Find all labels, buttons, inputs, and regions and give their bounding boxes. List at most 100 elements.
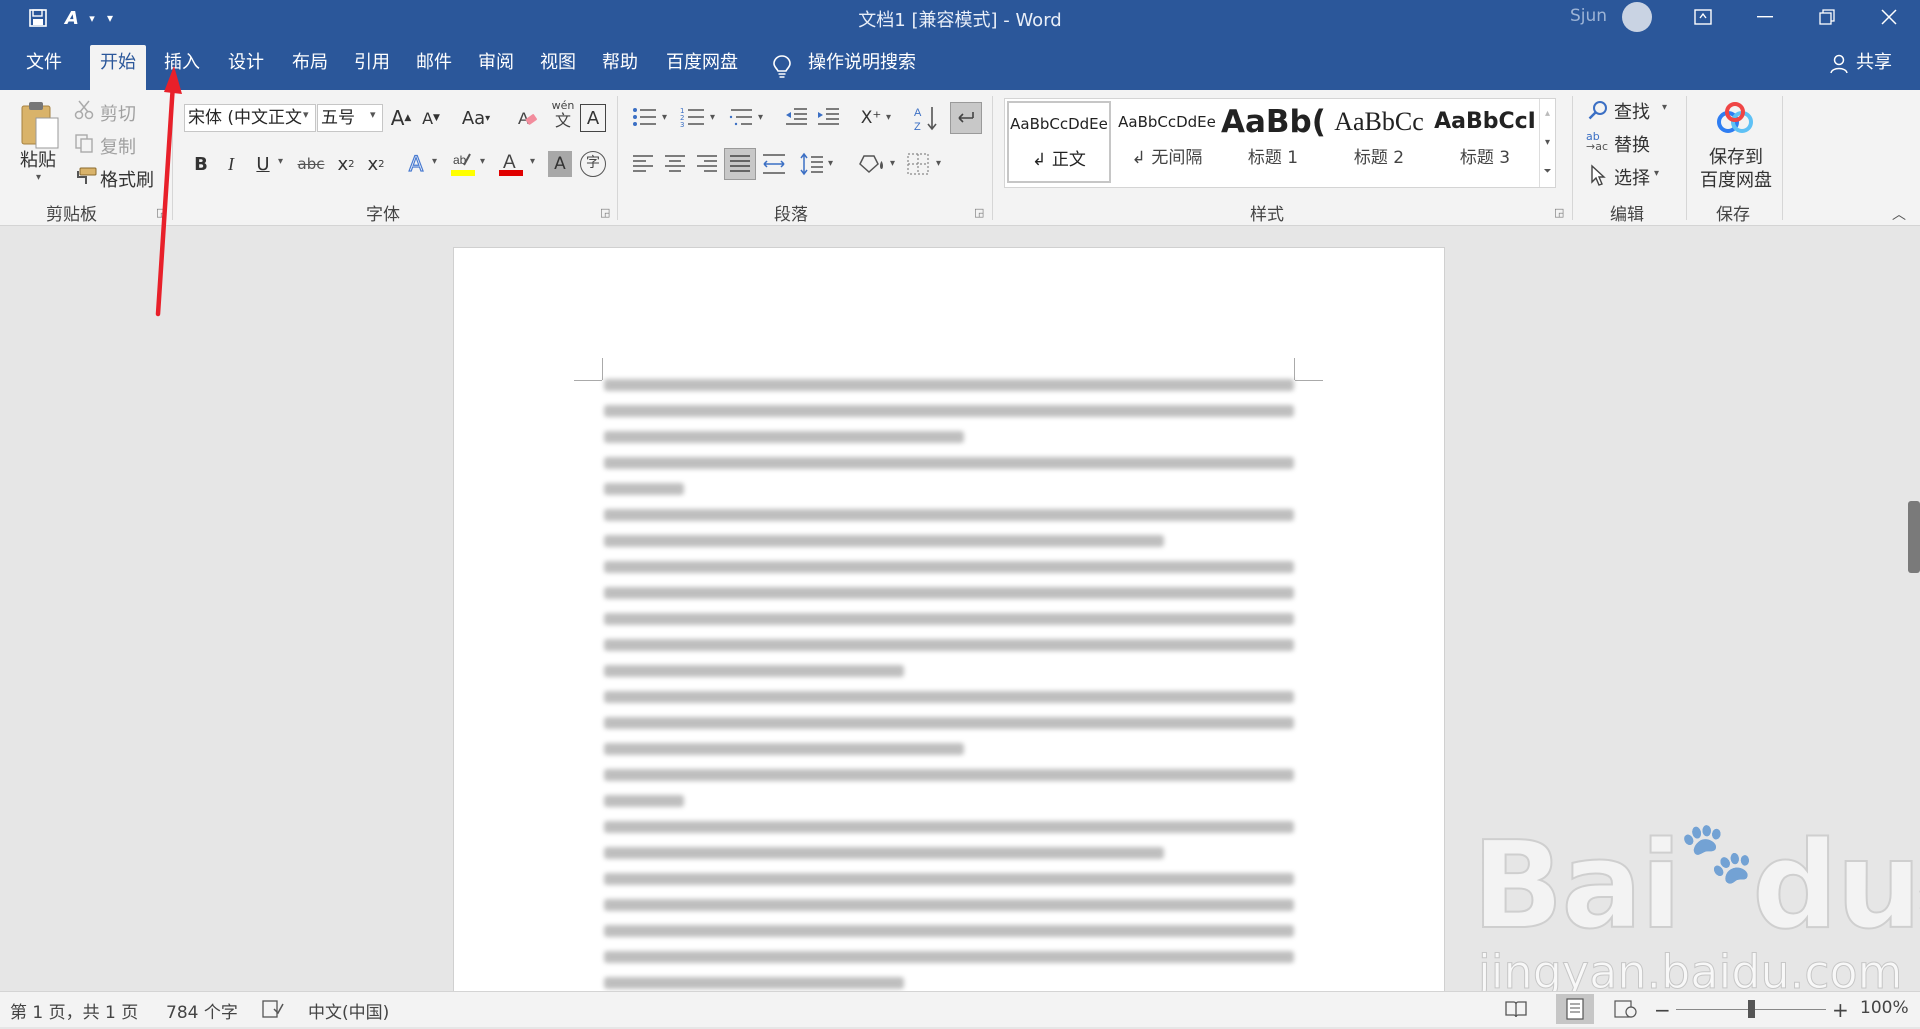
tab-file[interactable]: 文件 <box>16 45 72 81</box>
character-border-icon[interactable]: A <box>580 104 606 132</box>
save-to-netdisk-button[interactable]: 保存到 百度网盘 <box>1696 146 1776 192</box>
styles-launcher-icon[interactable]: ◲ <box>1554 206 1564 219</box>
tab-references[interactable]: 引用 <box>344 45 400 81</box>
tab-view[interactable]: 视图 <box>530 45 586 81</box>
style-heading-3[interactable]: AaBbCcI 标题 3 <box>1433 101 1537 183</box>
copy-button[interactable]: 复制 <box>100 133 136 159</box>
borders-dropdown-icon[interactable]: ▾ <box>936 158 941 169</box>
styles-scroll-up-icon[interactable]: ▴ <box>1540 99 1555 128</box>
shading-icon[interactable] <box>858 152 886 180</box>
print-layout-icon[interactable] <box>1556 994 1594 1024</box>
select-cursor-icon[interactable] <box>1590 164 1606 190</box>
paragraph-launcher-icon[interactable]: ◲ <box>974 206 984 219</box>
minimize-icon[interactable] <box>1735 0 1795 34</box>
font-size-dropdown-icon[interactable]: ▾ <box>370 108 376 121</box>
font-color-icon[interactable]: A <box>498 150 524 178</box>
style-heading-2[interactable]: AaBbCc 标题 2 <box>1327 101 1431 183</box>
find-dropdown-icon[interactable]: ▾ <box>1662 102 1667 113</box>
zoom-in-icon[interactable]: + <box>1832 998 1849 1022</box>
underline-icon[interactable]: U <box>252 150 274 178</box>
grow-font-icon[interactable]: A▲ <box>388 104 414 132</box>
bullets-dropdown-icon[interactable]: ▾ <box>662 112 667 123</box>
page-count[interactable]: 第 1 页，共 1 页 <box>10 998 138 1023</box>
text-effects-dropdown-icon[interactable]: ▾ <box>432 156 437 167</box>
zoom-out-icon[interactable]: − <box>1654 998 1671 1022</box>
style-no-spacing[interactable]: AaBbCcDdEe ↲ 无间隔 <box>1115 101 1219 183</box>
paste-icon[interactable] <box>18 98 62 152</box>
format-painter-button[interactable]: 格式刷 <box>100 166 154 192</box>
sort-icon[interactable]: AZ <box>914 104 940 136</box>
clear-format-icon[interactable]: A <box>516 106 540 134</box>
styles-scrollbar[interactable]: ▴ ▾ ⏷ <box>1539 99 1555 187</box>
web-layout-icon[interactable] <box>1614 999 1638 1024</box>
enclose-characters-icon[interactable]: 字 <box>580 151 606 177</box>
shading-dropdown-icon[interactable]: ▾ <box>890 158 895 169</box>
asian-layout-dropdown-icon[interactable]: ▾ <box>886 112 891 123</box>
shrink-font-icon[interactable]: A▼ <box>418 104 444 132</box>
italic-icon[interactable]: I <box>220 150 242 178</box>
line-spacing-dropdown-icon[interactable]: ▾ <box>828 158 833 169</box>
vertical-scrollbar-thumb[interactable] <box>1908 501 1920 573</box>
tab-layout[interactable]: 布局 <box>282 45 338 81</box>
avatar[interactable] <box>1622 2 1652 32</box>
align-center-icon[interactable] <box>664 154 686 178</box>
tab-home[interactable]: 开始 <box>90 45 146 90</box>
ribbon-display-icon[interactable] <box>1673 0 1733 34</box>
increase-indent-icon[interactable] <box>816 106 840 132</box>
tab-help[interactable]: 帮助 <box>592 45 648 81</box>
show-marks-icon[interactable] <box>950 102 982 134</box>
tab-mailings[interactable]: 邮件 <box>406 45 462 81</box>
tab-design[interactable]: 设计 <box>218 45 274 81</box>
styles-more-icon[interactable]: ⏷ <box>1540 157 1555 186</box>
user-name[interactable]: Sjun <box>1570 6 1607 26</box>
multilevel-dropdown-icon[interactable]: ▾ <box>758 112 763 123</box>
style-heading-1[interactable]: AaBb( 标题 1 <box>1221 101 1325 183</box>
find-icon[interactable] <box>1588 100 1608 124</box>
change-case-button[interactable]: Aa▾ <box>458 104 494 132</box>
superscript-icon[interactable]: x2 <box>364 150 388 178</box>
cut-icon[interactable] <box>74 100 94 124</box>
decrease-indent-icon[interactable] <box>784 106 808 132</box>
language-status[interactable]: 中文(中国) <box>308 998 389 1023</box>
cut-button[interactable]: 剪切 <box>100 100 136 126</box>
collapse-ribbon-icon[interactable]: ︿ <box>1892 204 1906 224</box>
baidu-netdisk-icon[interactable] <box>1714 102 1756 140</box>
paste-dropdown-icon[interactable]: ▾ <box>36 172 41 183</box>
align-left-icon[interactable] <box>632 154 654 178</box>
zoom-level[interactable]: 100% <box>1860 998 1909 1018</box>
align-right-icon[interactable] <box>696 154 718 178</box>
text-effects-icon[interactable]: A <box>404 150 428 178</box>
bold-icon[interactable]: B <box>190 150 212 178</box>
numbering-icon[interactable]: 123 <box>680 106 706 132</box>
word-count[interactable]: 784 个字 <box>166 998 238 1023</box>
tab-baidu-netdisk[interactable]: 百度网盘 <box>656 45 748 81</box>
select-button[interactable]: 选择 <box>1614 164 1650 190</box>
read-mode-icon[interactable] <box>1504 1000 1528 1023</box>
zoom-slider-thumb[interactable] <box>1748 1000 1755 1018</box>
multilevel-list-icon[interactable] <box>728 106 754 132</box>
font-color-dropdown-icon[interactable]: ▾ <box>530 156 535 167</box>
borders-icon[interactable] <box>906 152 930 180</box>
close-icon[interactable] <box>1859 0 1919 34</box>
highlight-dropdown-icon[interactable]: ▾ <box>480 156 485 167</box>
format-painter-icon[interactable] <box>74 166 98 190</box>
bullets-icon[interactable] <box>632 106 658 132</box>
numbering-dropdown-icon[interactable]: ▾ <box>710 112 715 123</box>
character-shading-icon[interactable]: A <box>548 151 572 177</box>
paste-button[interactable]: 粘贴 <box>20 146 56 172</box>
font-name-combo[interactable]: 宋体 (中文正文 <box>184 104 316 132</box>
highlight-icon[interactable]: ab <box>450 150 476 178</box>
tell-me-search[interactable]: 操作说明搜索 <box>798 45 926 81</box>
proofing-icon[interactable] <box>262 999 284 1024</box>
justify-icon[interactable] <box>724 148 756 180</box>
style-normal[interactable]: AaBbCcDdEe ↲ 正文 <box>1007 101 1111 183</box>
select-dropdown-icon[interactable]: ▾ <box>1654 168 1659 179</box>
styles-scroll-down-icon[interactable]: ▾ <box>1540 128 1555 157</box>
asian-layout-icon[interactable]: X⁺ <box>856 104 886 132</box>
share-button[interactable]: 共享 <box>1846 45 1902 81</box>
lightbulb-icon[interactable] <box>772 54 792 82</box>
font-launcher-icon[interactable]: ◲ <box>600 206 610 219</box>
strikethrough-icon[interactable]: abc <box>296 150 326 178</box>
tab-review[interactable]: 审阅 <box>468 45 524 81</box>
underline-dropdown-icon[interactable]: ▾ <box>278 156 283 167</box>
